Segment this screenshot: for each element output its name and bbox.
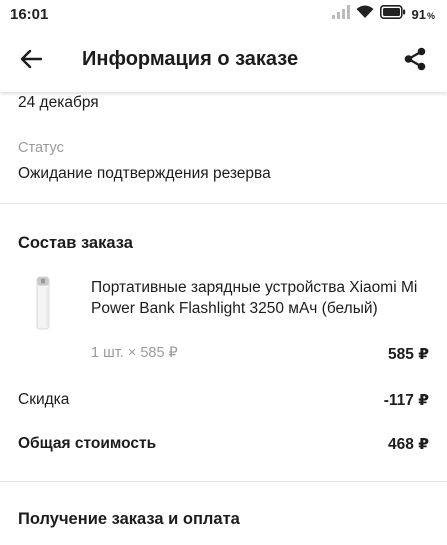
- status-icons: 91%: [331, 4, 435, 24]
- divider: [0, 481, 447, 482]
- product-name[interactable]: Портативные зарядные устройства Xiaomi M…: [91, 277, 436, 319]
- discount-value: -117 ₽: [383, 392, 429, 409]
- discount-label: Скидка: [18, 391, 70, 408]
- order-date: 24 декабря: [18, 94, 99, 111]
- arrow-left-icon: [20, 49, 43, 74]
- product-price: 585 ₽: [388, 346, 429, 363]
- composition-title: Состав заказа: [18, 234, 133, 252]
- signal-icon: [331, 4, 350, 24]
- status-label: Статус: [18, 140, 64, 156]
- total-value: 468 ₽: [388, 436, 429, 453]
- divider: [0, 203, 447, 204]
- page-title: Информация о заказе: [82, 48, 299, 70]
- share-icon: [404, 47, 426, 76]
- battery-icon: [379, 4, 406, 24]
- app-bar: Информация о заказе: [0, 28, 447, 92]
- delivery-title: Получение заказа и оплата: [18, 510, 240, 528]
- order-details[interactable]: 24 декабря Статус Ожидание подтверждения…: [0, 92, 447, 545]
- product-image[interactable]: [26, 275, 60, 331]
- battery-percentage: 91%: [411, 6, 435, 22]
- status-bar: 16:01 91%: [0, 0, 447, 28]
- status-time: 16:01: [10, 5, 49, 23]
- total-label: Общая стоимость: [18, 435, 157, 452]
- status-value: Ожидание подтверждения резерва: [18, 165, 271, 182]
- wifi-icon: [356, 5, 374, 24]
- back-button[interactable]: [14, 44, 48, 78]
- share-button[interactable]: [398, 44, 432, 78]
- product-quantity: 1 шт. × 585 ₽: [91, 345, 178, 361]
